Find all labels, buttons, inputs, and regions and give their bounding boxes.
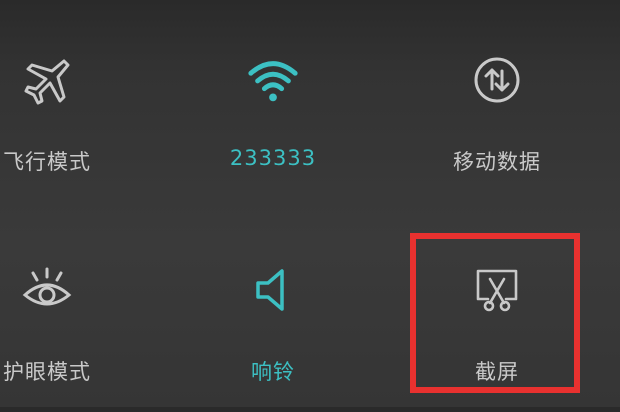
airplane-mode-toggle[interactable]: 飞行模式 bbox=[0, 52, 122, 202]
wifi-icon bbox=[245, 52, 301, 108]
mobile-data-toggle[interactable]: 移动数据 bbox=[422, 52, 572, 202]
eye-comfort-label: 护眼模式 bbox=[3, 360, 91, 384]
airplane-mode-label: 飞行模式 bbox=[3, 150, 91, 174]
sound-mode-toggle[interactable]: 响铃 bbox=[198, 262, 348, 412]
mobile-data-icon bbox=[469, 52, 525, 108]
highlight-box bbox=[410, 233, 580, 393]
mobile-data-label: 移动数据 bbox=[453, 150, 541, 174]
sound-mode-label: 响铃 bbox=[251, 360, 295, 384]
eye-icon bbox=[19, 262, 75, 318]
speaker-icon bbox=[245, 262, 301, 318]
wifi-network-label: 233333 bbox=[229, 146, 317, 170]
airplane-icon bbox=[19, 52, 75, 108]
eye-comfort-toggle[interactable]: 护眼模式 bbox=[0, 262, 122, 412]
wifi-toggle[interactable]: 233333 bbox=[198, 52, 348, 202]
quick-settings-panel: 飞行模式 233333 移动数据 护眼模式 响铃 截屏 bbox=[0, 0, 620, 407]
